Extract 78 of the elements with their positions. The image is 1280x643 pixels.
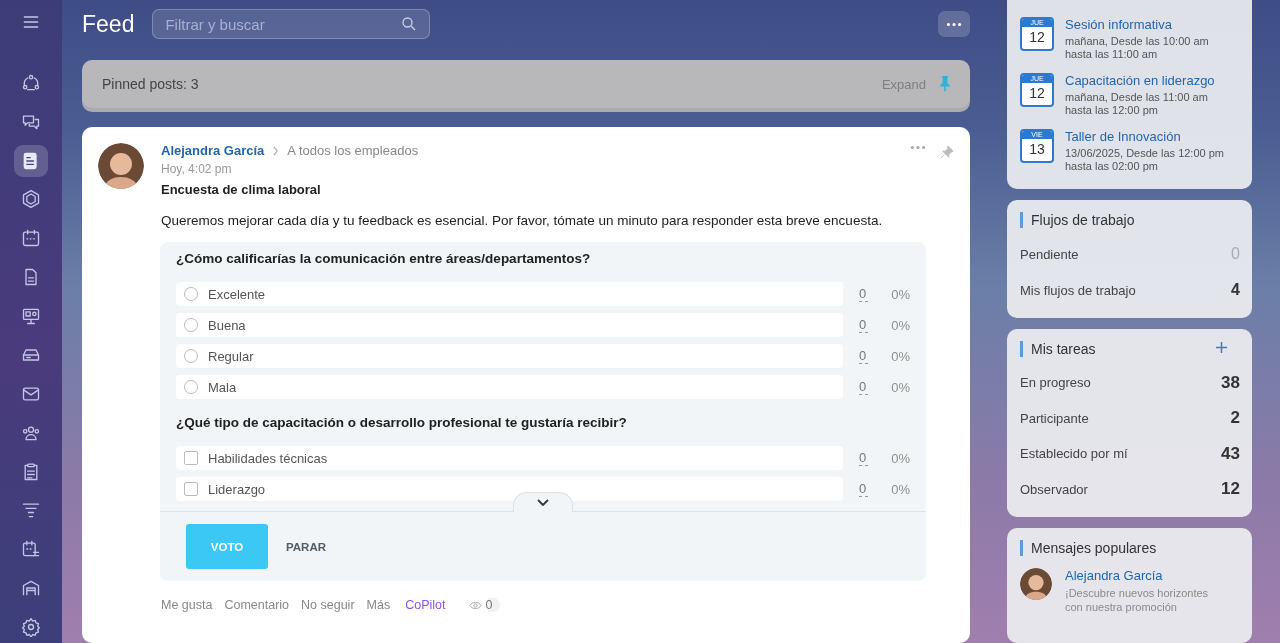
post-excerpt: con nuestra promoción	[1065, 600, 1178, 614]
stop-button[interactable]: PARAR	[280, 539, 333, 554]
presentation-icon	[21, 306, 41, 327]
author-link[interactable]: Alejandra García	[1065, 568, 1209, 583]
poll-option[interactable]: Habilidades técnicas	[176, 446, 843, 470]
task-count: 38	[1221, 372, 1240, 393]
page-title: Feed	[82, 10, 135, 38]
workflow-link[interactable]: Mis flujos de trabajo	[1020, 282, 1136, 298]
card-title: Flujos de trabajo	[1020, 212, 1240, 228]
event-time: hasta las 12:00 pm	[1065, 104, 1159, 117]
event-time: hasta las 02:00 pm	[1065, 160, 1159, 173]
vote-percent: 0%	[890, 348, 910, 364]
vote-count[interactable]: 0	[859, 379, 868, 395]
hexagon-icon	[21, 189, 41, 210]
post-action-link[interactable]: Me gusta	[161, 598, 213, 612]
task-link[interactable]: Establecido por mí	[1020, 446, 1128, 462]
vote-percent: 0%	[890, 317, 910, 333]
poll-option[interactable]: Buena	[176, 313, 843, 337]
checkbox[interactable]	[184, 482, 198, 496]
vote-percent: 0%	[890, 379, 910, 395]
workflow-count: 0	[1231, 245, 1240, 263]
task-count: 43	[1221, 443, 1240, 464]
pinned-count: Pinned posts: 3	[102, 76, 199, 92]
event-link[interactable]: Capacitación en liderazgo	[1065, 73, 1215, 88]
workflow-count: 4	[1231, 281, 1240, 299]
vote-percent: 0%	[890, 286, 910, 302]
author-link[interactable]: Alejandra García	[161, 143, 265, 158]
checkbox[interactable]	[184, 451, 198, 465]
vote-count[interactable]: 0	[859, 481, 868, 497]
card-title: Mensajes populares	[1020, 540, 1240, 556]
post-title: Encuesta de clima laboral	[161, 182, 322, 197]
settings-icon	[21, 617, 41, 638]
post-action-link[interactable]: Más	[366, 598, 391, 612]
post-body: Queremos mejorar cada día y tu feedback es esencial. Por favor, tómate un minuto para responder esta breve encuesta.	[161, 213, 884, 228]
post-action-link[interactable]: No seguir	[301, 598, 355, 612]
poll-option[interactable]: Mala	[176, 375, 843, 399]
poll-question: ¿Cómo calificarías la comunicación entre áreas/departamentos?	[176, 251, 592, 266]
nodes-icon	[21, 72, 41, 93]
task-link[interactable]: En progreso	[1020, 375, 1091, 391]
vote-count[interactable]: 0	[859, 450, 868, 466]
post-action-link[interactable]: Comentario	[224, 598, 290, 612]
avatar[interactable]	[1020, 568, 1052, 600]
more-button[interactable]	[938, 11, 970, 37]
calendar-icon	[21, 228, 41, 249]
task-count: 2	[1230, 408, 1240, 429]
vote-percent: 0%	[890, 450, 910, 466]
card-title: Mis tareas	[1020, 341, 1096, 357]
post-excerpt: ¡Descubre nuevos horizontes	[1065, 586, 1209, 600]
vote-percent: 0%	[890, 481, 910, 497]
nav-newspaper-button[interactable]	[14, 144, 48, 177]
event-link[interactable]: Sesión informativa	[1065, 17, 1209, 32]
poll-option[interactable]: Liderazgo	[176, 477, 843, 501]
task-count: 12	[1221, 479, 1240, 500]
event-time: mañana, Desde las 11:00 am	[1065, 91, 1209, 104]
poll-option[interactable]: Excelente	[176, 282, 843, 306]
show-more-button[interactable]	[513, 492, 573, 512]
chevron-right-icon	[272, 145, 280, 156]
poll-option[interactable]: Regular	[176, 344, 843, 368]
vote-count[interactable]: 0	[859, 348, 868, 364]
event-link[interactable]: Taller de Innovación	[1065, 129, 1224, 144]
view-count: 0	[485, 598, 493, 612]
task-link[interactable]: Participante	[1020, 410, 1089, 426]
event-time: mañana, Desde las 10:00 am	[1065, 35, 1209, 48]
eye-icon	[469, 600, 483, 610]
chevron-down-icon	[537, 498, 549, 507]
task-link[interactable]: Observador	[1020, 481, 1088, 497]
more-icon	[946, 21, 962, 27]
add-icon[interactable]	[1215, 341, 1228, 354]
event-time: 13/06/2025, Desde las 12:00 pm	[1065, 147, 1224, 160]
workflow-link[interactable]: Pendiente	[1020, 246, 1079, 262]
vote-count[interactable]: 0	[859, 317, 868, 333]
poll-question: ¿Qué tipo de capacitación o desarrollo profesional te gustaría recibir?	[176, 415, 628, 430]
avatar[interactable]	[98, 143, 144, 189]
event-time: hasta las 11:00 am	[1065, 48, 1159, 61]
recipient-text: A todos los empleados	[287, 143, 419, 158]
vote-count[interactable]: 0	[859, 286, 868, 302]
copilot-link[interactable]: CoPilot	[405, 598, 446, 612]
post-time: Hoy, 4:02 pm	[161, 162, 233, 176]
